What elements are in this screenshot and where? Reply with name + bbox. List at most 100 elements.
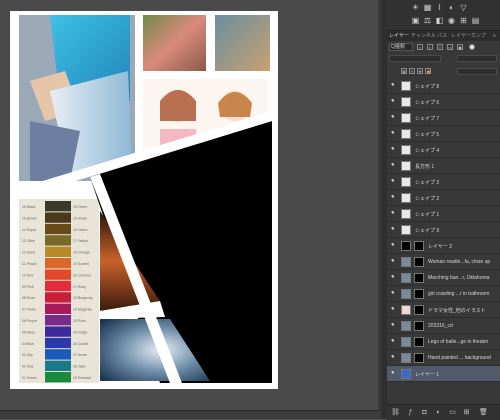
filter-toggle-icon[interactable] — [469, 44, 475, 50]
lock-pixels-icon[interactable]: ▦ — [401, 68, 407, 74]
layer-row[interactable]: ● Hand painted ... background — [387, 350, 500, 366]
visibility-eye-icon[interactable]: ● — [391, 146, 397, 152]
blend-mode-select[interactable] — [389, 55, 441, 62]
layer-thumbnail — [401, 337, 411, 347]
pixel-filter-icon[interactable]: ▪ — [417, 44, 423, 50]
layer-row[interactable]: ● Marching ban...r, Oklahoma — [387, 270, 500, 286]
layer-row[interactable]: ● シェイプ 3 — [387, 174, 500, 190]
visibility-eye-icon[interactable]: ● — [391, 82, 397, 88]
opacity-field[interactable] — [457, 55, 497, 62]
layer-mask-thumbnail[interactable] — [414, 241, 424, 251]
photo-filter-icon[interactable]: ◉ — [447, 16, 456, 25]
lock-all-icon[interactable]: 🔒 — [425, 68, 431, 74]
color-swatch — [45, 246, 71, 257]
visibility-eye-icon[interactable]: ● — [391, 210, 397, 216]
layer-mask-thumbnail[interactable] — [414, 321, 424, 331]
vibrance-icon[interactable]: ▽ — [459, 3, 468, 12]
visibility-eye-icon[interactable]: ● — [391, 274, 397, 280]
layer-row[interactable]: ● ドラマ女性_他のイラスト — [387, 302, 500, 318]
layer-row[interactable]: ● シェイプ 8 — [387, 78, 500, 94]
visibility-eye-icon[interactable]: ● — [391, 322, 397, 328]
layer-filter-select[interactable]: Q種類 — [389, 43, 413, 51]
layer-row[interactable]: ● シェイプ 5 — [387, 126, 500, 142]
color-swatch — [45, 280, 71, 292]
swatch-label: 06 Purple — [22, 319, 37, 323]
visibility-eye-icon[interactable]: ● — [391, 354, 397, 360]
layer-row[interactable]: ● シェイプ 6 — [387, 94, 500, 110]
swatch-label: 04 Blue — [22, 342, 34, 346]
tab-layer-comps[interactable]: レイヤーカンプ — [451, 31, 486, 41]
layer-row[interactable]: ● 長方形 1 — [387, 158, 500, 174]
visibility-eye-icon[interactable]: ● — [391, 338, 397, 344]
layer-row[interactable]: ● シェイプ 4 — [387, 142, 500, 158]
visibility-eye-icon[interactable]: ● — [391, 130, 397, 136]
visibility-eye-icon[interactable]: ● — [391, 226, 397, 232]
visibility-eye-icon[interactable]: ● — [391, 290, 397, 296]
layer-row[interactable]: ● シェイプ 1 — [387, 206, 500, 222]
swatch-label: 15 Ochre — [73, 205, 87, 209]
layer-style-icon[interactable]: ƒ — [407, 409, 414, 416]
new-group-icon[interactable]: ▭ — [449, 409, 456, 416]
layer-name: シェイプ 8 — [415, 84, 440, 90]
hue-icon[interactable]: ▣ — [411, 16, 420, 25]
visibility-eye-icon[interactable]: ● — [391, 162, 397, 168]
layer-row[interactable]: ● Woman readin...fa, close up — [387, 254, 500, 270]
layer-row[interactable]: ● シェイプ 9 — [387, 222, 500, 238]
gradient-map-icon[interactable]: ▤ — [471, 16, 480, 25]
visibility-eye-icon[interactable]: ● — [391, 370, 397, 376]
shape-filter-icon[interactable]: ▭ — [447, 44, 453, 50]
new-layer-icon[interactable]: ⊞ — [463, 409, 470, 416]
lock-row: ▦ ✎ ✥ 🔒 — [387, 65, 500, 76]
visibility-eye-icon[interactable]: ● — [391, 258, 397, 264]
lock-paint-icon[interactable]: ✎ — [409, 68, 415, 74]
canvas-workspace[interactable]: 15 Black 15 Ochre 15 Brown 15 Khaki 14 Sepia… — [0, 0, 381, 410]
layer-mask-thumbnail[interactable] — [414, 337, 424, 347]
tab-paths[interactable]: パス — [437, 31, 447, 41]
visibility-eye-icon[interactable]: ● — [391, 98, 397, 104]
channel-mixer-icon[interactable]: ⊞ — [459, 16, 468, 25]
layer-mask-thumbnail[interactable] — [414, 257, 424, 267]
visibility-eye-icon[interactable]: ● — [391, 114, 397, 120]
swatch-label: 01 Green — [22, 376, 37, 380]
canvas-horizontal-scrollbar[interactable] — [0, 410, 381, 419]
layer-mask-thumbnail[interactable] — [414, 305, 424, 315]
layer-mask-thumbnail[interactable] — [414, 273, 424, 283]
smart-object-filter-icon[interactable]: ▣ — [457, 44, 463, 50]
visibility-eye-icon[interactable]: ● — [391, 306, 397, 312]
layer-row[interactable]: ● girl crawling ...r in bathroom — [387, 286, 500, 302]
layer-row[interactable]: ● シェイプ 2 — [387, 190, 500, 206]
document-canvas[interactable]: 15 Black 15 Ochre 15 Brown 15 Khaki 14 Sepia… — [10, 11, 278, 389]
layer-row[interactable]: ● レイヤー 2 — [387, 238, 500, 254]
layer-mask-thumbnail[interactable] — [414, 353, 424, 363]
fill-field[interactable] — [457, 68, 497, 75]
add-mask-icon[interactable]: ◘ — [421, 409, 428, 416]
layer-list[interactable]: ● シェイプ 8 ● シェイプ 6 ● シェイプ 7 ● シェイプ 5 ● シェイプ 4 ● 長方形 … — [387, 78, 500, 388]
exposure-icon[interactable]: ◐ — [447, 3, 456, 12]
layer-row[interactable]: ● レイヤー 1 — [387, 366, 500, 382]
adjustment-filter-icon[interactable]: ◐ — [427, 44, 433, 50]
layer-row[interactable]: ● Legs of balle...ge in theater — [387, 334, 500, 350]
layer-mask-thumbnail[interactable] — [414, 289, 424, 299]
layer-thumbnail — [401, 113, 411, 123]
brightness-icon[interactable]: ☀ — [411, 3, 420, 12]
levels-icon[interactable]: ▦ — [423, 3, 432, 12]
color-balance-icon[interactable]: ⚖ — [423, 16, 432, 25]
layer-row[interactable]: ● 203316_cd — [387, 318, 500, 334]
visibility-eye-icon[interactable]: ● — [391, 194, 397, 200]
tab-layers[interactable]: レイヤー — [389, 31, 409, 41]
visibility-eye-icon[interactable]: ● — [391, 242, 397, 248]
black-white-icon[interactable]: ◧ — [435, 16, 444, 25]
layer-thumbnail — [401, 97, 411, 107]
trash-icon[interactable]: 🗑 — [479, 409, 488, 416]
tab-channels[interactable]: チャンネル — [411, 31, 436, 41]
type-filter-icon[interactable]: T — [437, 44, 443, 50]
panel-menu-icon[interactable]: ≡ — [493, 31, 496, 41]
visibility-eye-icon[interactable]: ● — [391, 178, 397, 184]
layer-row[interactable]: ● シェイプ 7 — [387, 110, 500, 126]
curves-icon[interactable]: ⌇ — [435, 3, 444, 12]
link-layers-icon[interactable]: ⛓ — [391, 409, 400, 416]
adjustment-layer-icon[interactable]: ◐ — [435, 409, 442, 416]
lock-position-icon[interactable]: ✥ — [417, 68, 423, 74]
swatch-label: 20 Crimson — [73, 273, 91, 277]
layer-thumbnail — [401, 321, 411, 331]
